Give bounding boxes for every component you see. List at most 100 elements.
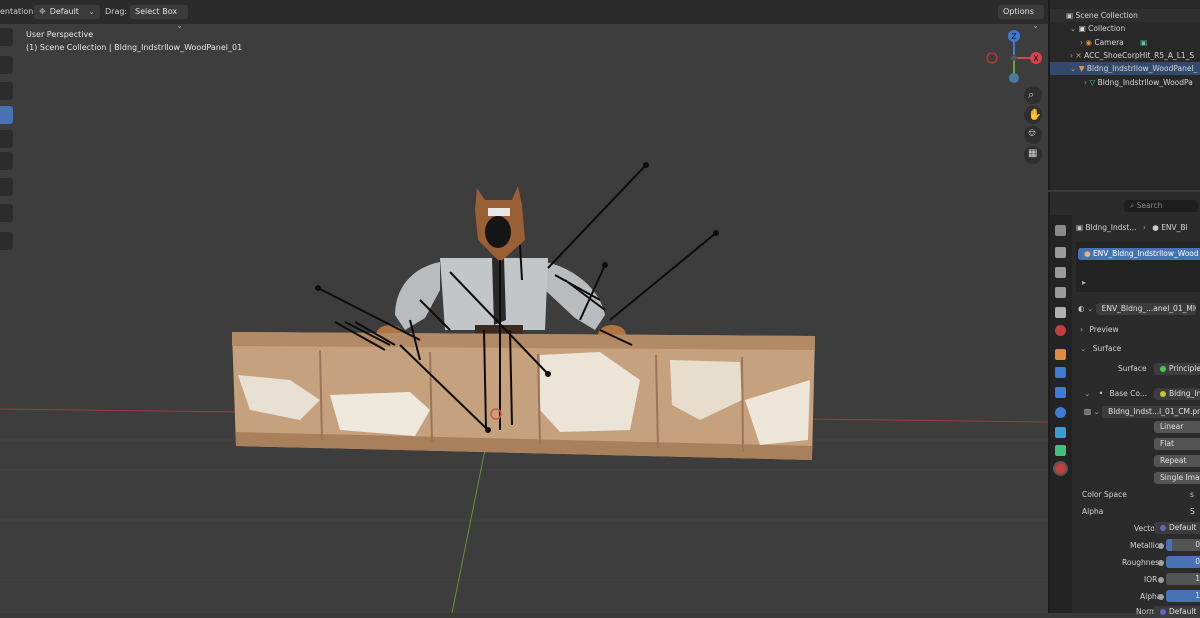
chevron-down-icon: ⌄ xyxy=(88,7,95,16)
outliner-label: Camera xyxy=(1094,38,1124,47)
alpha-socket-icon xyxy=(1158,594,1164,600)
metallic-value: 0 xyxy=(1195,540,1200,549)
outliner-row-wood-panel[interactable]: ⌄ ▼ Bldng_Indstrllow_WoodPanel_ xyxy=(1050,62,1200,75)
scale-tool-icon[interactable] xyxy=(0,130,13,148)
cursor-tool-icon[interactable] xyxy=(0,56,13,74)
expand-arrow-icon[interactable]: ▸ xyxy=(1082,278,1086,287)
gizmo-y-axis[interactable] xyxy=(1009,73,1019,83)
select-tool-icon[interactable] xyxy=(0,28,13,46)
image-name-field[interactable]: Bldng_Indst...l_01_CM.png xyxy=(1102,406,1200,418)
outliner-label: Bldng_Indstrllow_WoodPa xyxy=(1097,78,1193,87)
outliner-label: Scene Collection xyxy=(1075,11,1138,20)
outliner-label: Bldng_Indstrllow_WoodPanel_ xyxy=(1086,64,1198,73)
material-name-field[interactable]: ENV_Bldng_...anel_01_MIC xyxy=(1095,303,1196,315)
transform-tool-icon[interactable] xyxy=(0,152,13,170)
camera-icon: ◉ xyxy=(1085,38,1092,47)
outliner-row-armature[interactable]: › ✕ ACC_ShoeCorpHit_R5_A_L1_S xyxy=(1050,49,1200,62)
view-layer-tab-icon[interactable] xyxy=(1055,287,1066,298)
floor-grid xyxy=(0,439,1048,581)
properties-search-input[interactable]: ⌕ Search xyxy=(1124,200,1198,212)
gizmo-x-label: X xyxy=(1033,54,1039,63)
chevron-down-icon: ⌄ xyxy=(1070,24,1077,33)
constraints-tab-icon[interactable] xyxy=(1055,427,1066,438)
image-texture-row[interactable]: ▨ ⌄ Bldng_Indst...l_01_CM.png xyxy=(1084,406,1200,418)
perspective-grid-icon[interactable]: ▦ xyxy=(1024,146,1042,164)
drag-dropdown[interactable]: Select Box ⌄ xyxy=(130,5,188,30)
data-tab-icon[interactable] xyxy=(1055,445,1066,456)
metallic-slider[interactable]: 0 xyxy=(1166,539,1200,551)
search-placeholder: Search xyxy=(1136,201,1163,210)
render-tab-icon[interactable] xyxy=(1055,247,1066,258)
source-dropdown[interactable]: Single Image xyxy=(1154,472,1200,484)
move-tool-icon[interactable] xyxy=(0,82,13,100)
outliner-row-scene-collection[interactable]: ▣ Scene Collection xyxy=(1050,9,1200,22)
roughness-label: Roughness xyxy=(1122,558,1163,567)
surface-value: Principled xyxy=(1169,364,1200,373)
outliner-row-camera[interactable]: › ◉ Camera ▣ xyxy=(1050,36,1200,49)
zoom-icon[interactable]: ⌕ xyxy=(1024,86,1042,104)
ior-label: IOR xyxy=(1144,575,1158,584)
physics-tab-icon[interactable] xyxy=(1055,407,1066,418)
measure-tool-icon[interactable] xyxy=(0,204,13,222)
scene-tab-icon[interactable] xyxy=(1055,307,1066,318)
particles-tab-icon[interactable] xyxy=(1055,387,1066,398)
interpolation-dropdown[interactable]: Linear xyxy=(1154,421,1200,433)
material-selector[interactable]: ◐ ⌄ ENV_Bldng_...anel_01_MIC xyxy=(1078,303,1196,315)
vector-field[interactable]: Default xyxy=(1154,522,1200,534)
outliner-row-collection[interactable]: ⌄ ▣ Collection xyxy=(1050,22,1200,35)
material-tab-icon[interactable] xyxy=(1055,463,1066,474)
orientation-icon: ✥ xyxy=(39,7,46,16)
output-tab-icon[interactable] xyxy=(1055,267,1066,278)
extension-dropdown[interactable]: Repeat xyxy=(1154,455,1200,467)
drag-label: Drag: xyxy=(105,7,128,16)
gizmo-neg-x-axis[interactable] xyxy=(986,52,998,64)
surface-shader-field[interactable]: Principled xyxy=(1154,363,1200,375)
roughness-socket-icon xyxy=(1158,560,1164,566)
color-space-value[interactable]: s xyxy=(1190,490,1194,499)
ior-value: 1 xyxy=(1195,574,1200,583)
outliner-row-wood-panel-mesh[interactable]: › ▽ Bldng_Indstrllow_WoodPa xyxy=(1050,76,1200,89)
color-space-label: Color Space xyxy=(1082,490,1127,499)
breadcrumb-object[interactable]: Bldng_Indst... xyxy=(1085,223,1136,232)
shader-socket-icon xyxy=(1160,366,1166,372)
alpha-slider[interactable]: 1 xyxy=(1166,590,1200,602)
roughness-slider[interactable]: 0 xyxy=(1166,556,1200,568)
object-tab-icon[interactable] xyxy=(1055,349,1066,360)
modifier-tab-icon[interactable] xyxy=(1055,367,1066,378)
breadcrumb-material[interactable]: ENV_Bl xyxy=(1161,223,1187,232)
orientation-dropdown[interactable]: ✥ Default ⌄ xyxy=(34,5,100,19)
annotate-tool-icon[interactable] xyxy=(0,178,13,196)
chevron-right-icon: › xyxy=(1080,38,1083,47)
gizmo-center xyxy=(1011,55,1017,61)
base-color-field[interactable]: Bldng_Ind xyxy=(1154,388,1200,400)
ior-socket-icon xyxy=(1158,577,1164,583)
ior-field[interactable]: 1 xyxy=(1166,573,1200,585)
metallic-label: Metallic xyxy=(1130,541,1159,550)
alpha-mode-value[interactable]: S xyxy=(1190,507,1195,516)
normal-value: Default xyxy=(1169,607,1197,616)
chevron-right-icon: › xyxy=(1084,78,1087,87)
roughness-value: 0 xyxy=(1195,557,1200,566)
gizmo-z-label: Z xyxy=(1011,32,1017,41)
pan-hand-icon[interactable]: ✋ xyxy=(1024,106,1042,124)
mesh-object-icon: ▼ xyxy=(1078,64,1085,73)
tool-tab-icon[interactable] xyxy=(1055,225,1066,236)
surface-section[interactable]: ⌄ Surface xyxy=(1080,344,1121,353)
navigation-gizmo[interactable]: Z X xyxy=(984,28,1044,88)
collection-path: (1) Scene Collection | Bldng_Indstrllow_… xyxy=(26,43,243,52)
material-slot-item[interactable]: ● ENV_Bldng_Indstrllow_Wood xyxy=(1078,248,1200,260)
preview-section[interactable]: › Preview xyxy=(1080,325,1119,334)
projection-dropdown[interactable]: Flat xyxy=(1154,438,1200,450)
chevron-right-icon: › xyxy=(1080,325,1083,334)
3d-viewport[interactable]: entation: ✥ Default ⌄ Drag: Select Box ⌄ Op… xyxy=(0,0,1048,613)
surface-label: Surface xyxy=(1118,364,1147,373)
wood-panel-model[interactable] xyxy=(232,332,815,460)
rotate-tool-icon[interactable] xyxy=(0,106,13,124)
options-dropdown[interactable]: Options ⌄ xyxy=(998,5,1044,30)
normal-field[interactable]: Default xyxy=(1154,606,1200,618)
alpha-value: 1 xyxy=(1195,591,1200,600)
world-tab-icon[interactable] xyxy=(1055,325,1066,336)
color-socket-icon xyxy=(1160,391,1166,397)
camera-view-icon[interactable]: ⎊ xyxy=(1024,126,1042,144)
add-cube-tool-icon[interactable] xyxy=(0,232,13,250)
